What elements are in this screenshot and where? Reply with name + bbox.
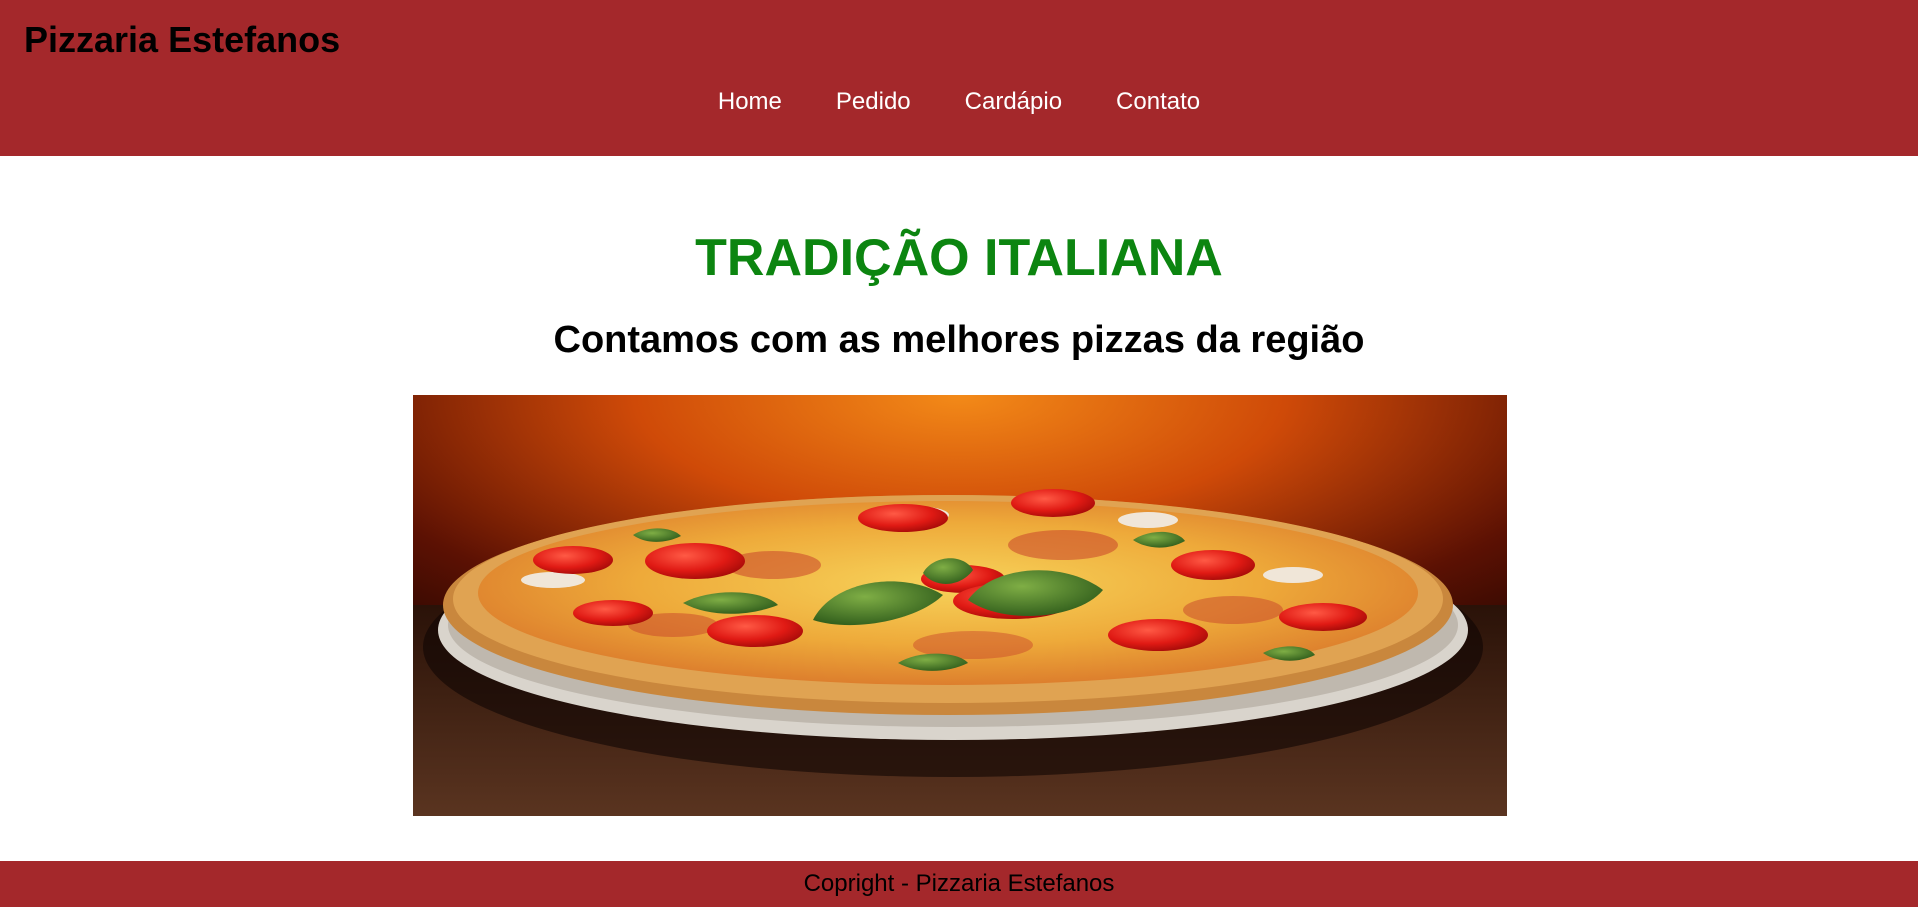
pizza-hero-image (413, 395, 1507, 816)
nav-link-contato[interactable]: Contato (1116, 84, 1200, 120)
pizza-illustration (413, 395, 1507, 816)
site-footer: Copright - Pizzaria Estefanos (0, 861, 1918, 907)
page-headline: TRADIÇÃO ITALIANA (695, 229, 1223, 287)
main-nav: Home Pedido Cardápio Contato (0, 84, 1918, 120)
site-brand: Pizzaria Estefanos (24, 19, 341, 60)
nav-link-pedido[interactable]: Pedido (836, 84, 911, 120)
nav-link-cardapio[interactable]: Cardápio (965, 84, 1062, 120)
page-subheadline: Contamos com as melhores pizzas da regiã… (553, 319, 1365, 361)
main-content: TRADIÇÃO ITALIANA Contamos com as melhor… (0, 156, 1918, 861)
site-header: Pizzaria Estefanos Home Pedido Cardápio … (0, 0, 1918, 156)
nav-link-home[interactable]: Home (718, 84, 782, 120)
copyright-text: Copright - Pizzaria Estefanos (803, 870, 1115, 897)
